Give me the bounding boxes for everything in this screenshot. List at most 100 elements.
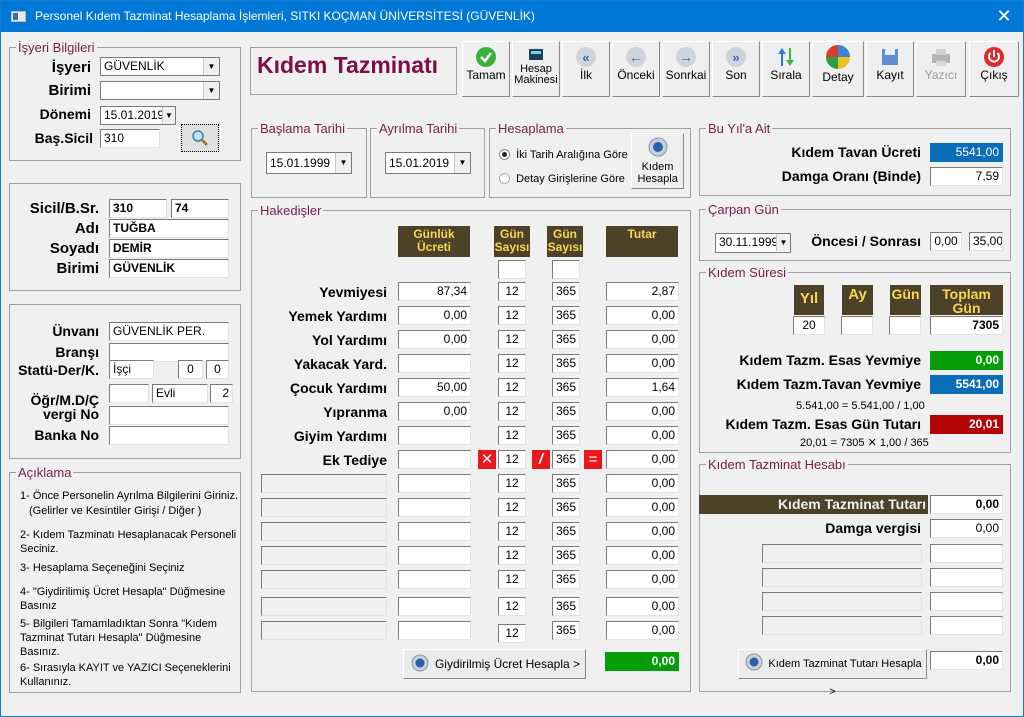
gun-sayisi-input-2[interactable]: 365 xyxy=(552,330,580,349)
radio-detay[interactable]: Detay Girişlerine Göre xyxy=(499,173,625,185)
hakedis-row-label-input[interactable] xyxy=(261,597,387,616)
detay-button[interactable]: Detay xyxy=(812,41,864,97)
tutar-input[interactable]: 0,00 xyxy=(606,450,679,469)
yazici-button[interactable]: Yazıcı xyxy=(916,41,966,97)
tutar-input[interactable]: 0,00 xyxy=(606,498,679,517)
hakedis-row-label-input[interactable] xyxy=(261,621,387,640)
hakedis-row-label-input[interactable] xyxy=(261,522,387,541)
gun-sayisi-input-2[interactable]: 365 xyxy=(552,354,580,373)
tutar-input[interactable]: 0,00 xyxy=(606,621,679,640)
gun-sayisi-input-2[interactable]: 365 xyxy=(552,597,580,616)
gun-sayisi-input-1[interactable]: 12 xyxy=(498,306,526,325)
tutar-input[interactable]: 0,00 xyxy=(606,597,679,616)
tutar-input[interactable]: 1,64 xyxy=(606,378,679,397)
hakedis-row-label-input[interactable] xyxy=(261,546,387,565)
gun-sayisi-input-1[interactable]: 12 xyxy=(498,378,526,397)
adi-input[interactable]: TUĞBA xyxy=(109,219,229,238)
gun-sayisi-input-2[interactable]: 365 xyxy=(552,306,580,325)
gun-sayisi-input-2[interactable]: 365 xyxy=(552,426,580,445)
kesinti-value-input[interactable] xyxy=(930,592,1003,611)
soyadi-input[interactable]: DEMİR xyxy=(109,239,229,258)
ayrilma-date-select[interactable]: 15.01.2019 ▼ xyxy=(385,152,471,174)
gunluk-ucret-input[interactable]: 87,34 xyxy=(398,282,471,301)
carpan-date-select[interactable]: 30.11.1999 ▼ xyxy=(715,233,791,253)
gun-sayisi-input-2[interactable]: 365 xyxy=(552,570,580,589)
tutar-input[interactable]: 0,00 xyxy=(606,354,679,373)
gun-sayisi-top-input-1[interactable] xyxy=(498,260,526,279)
banka-input[interactable] xyxy=(109,426,229,445)
chevron-down-icon[interactable]: ▼ xyxy=(162,107,175,124)
gun-sayisi-input-2[interactable]: 365 xyxy=(552,546,580,565)
gun-sayisi-input-1[interactable]: 12 xyxy=(498,450,526,469)
gunluk-ucret-input[interactable] xyxy=(398,498,471,517)
tazminat-tutari-hesapla-button[interactable]: Kıdem Tazminat Tutarı Hesapla > xyxy=(738,649,927,698)
radio-checked-icon[interactable] xyxy=(499,149,510,160)
tutar-input[interactable]: 0,00 xyxy=(606,426,679,445)
gun-sayisi-input-2[interactable]: 365 xyxy=(552,450,580,469)
unvani-input[interactable]: GÜVENLİK PER. xyxy=(109,322,229,341)
birimi-select[interactable]: ▼ xyxy=(100,81,220,100)
gunluk-ucret-input[interactable] xyxy=(398,474,471,493)
radio-iki-tarih[interactable]: İki Tarih Aralığına Göre xyxy=(499,149,628,161)
gunluk-ucret-input[interactable]: 0,00 xyxy=(398,402,471,421)
son-button[interactable]: » Son xyxy=(712,41,760,97)
chevron-down-icon[interactable]: ▼ xyxy=(203,58,219,75)
chevron-down-icon[interactable]: ▼ xyxy=(335,153,351,173)
cikis-button[interactable]: Çıkış xyxy=(969,41,1019,97)
damga-orani-input[interactable]: 7,59 xyxy=(930,167,1003,186)
kidem-hesapla-button[interactable]: Kıdem Hesapla xyxy=(631,133,684,189)
gunluk-ucret-input[interactable]: 0,00 xyxy=(398,306,471,325)
yil-input[interactable]: 20 xyxy=(793,316,825,335)
kesinti-value-input[interactable] xyxy=(930,544,1003,563)
c-input[interactable]: 2 xyxy=(210,384,233,403)
gun-sayisi-input-1[interactable]: 12 xyxy=(498,498,526,517)
kesinti-label-input[interactable] xyxy=(762,544,922,563)
gun-sayisi-input-1[interactable]: 12 xyxy=(498,354,526,373)
bassicil-input[interactable]: 310 xyxy=(100,129,160,148)
radio-unchecked-icon[interactable] xyxy=(499,173,510,184)
sirala-button[interactable]: Sırala xyxy=(762,41,810,97)
gunluk-ucret-input[interactable]: 50,00 xyxy=(398,378,471,397)
kesinti-label-input[interactable] xyxy=(762,616,922,635)
donemi-select[interactable]: 15.01.2019 ▼ xyxy=(100,106,176,125)
vergi-input[interactable] xyxy=(109,406,229,425)
gunluk-ucret-input[interactable] xyxy=(398,621,471,640)
ogr-input[interactable] xyxy=(109,384,149,403)
ilk-button[interactable]: « İlk xyxy=(562,41,610,97)
gun-sayisi-input-1[interactable]: 12 xyxy=(498,570,526,589)
chevron-down-icon[interactable]: ▼ xyxy=(203,82,219,99)
der-input[interactable]: 0 xyxy=(178,360,203,379)
sonrasi-input[interactable]: 35,00 xyxy=(969,232,1003,251)
hakedis-row-label-input[interactable] xyxy=(261,498,387,517)
gun-sayisi-top-input-2[interactable] xyxy=(552,260,580,279)
hakedis-row-label-input[interactable] xyxy=(261,570,387,589)
gun-sayisi-input-2[interactable]: 365 xyxy=(552,621,580,640)
sicil-input[interactable]: 310 xyxy=(109,199,167,218)
gunluk-ucret-input[interactable] xyxy=(398,522,471,541)
tutar-input[interactable]: 2,87 xyxy=(606,282,679,301)
sonraki-button[interactable]: → Sonrkai xyxy=(662,41,710,97)
gun-sayisi-input-1[interactable]: 12 xyxy=(498,522,526,541)
md-input[interactable]: Evli xyxy=(152,384,208,403)
gun-sayisi-input-2[interactable]: 365 xyxy=(552,402,580,421)
chevron-down-icon[interactable]: ▼ xyxy=(776,234,790,251)
tamam-button[interactable]: Tamam xyxy=(462,41,510,97)
gunluk-ucret-input[interactable] xyxy=(398,426,471,445)
search-button[interactable] xyxy=(181,124,219,152)
ay-input[interactable] xyxy=(841,316,873,335)
kesinti-value-input[interactable] xyxy=(930,568,1003,587)
bsr-input[interactable]: 74 xyxy=(171,199,229,218)
kesinti-label-input[interactable] xyxy=(762,592,922,611)
gun-sayisi-input-1[interactable]: 12 xyxy=(498,330,526,349)
kesinti-value-input[interactable] xyxy=(930,616,1003,635)
tutar-input[interactable]: 0,00 xyxy=(606,306,679,325)
tutar-input[interactable]: 0,00 xyxy=(606,570,679,589)
isyeri-select[interactable]: GÜVENLİK ▼ xyxy=(100,57,220,76)
gun-sayisi-input-1[interactable]: 12 xyxy=(498,597,526,616)
tutar-input[interactable]: 0,00 xyxy=(606,474,679,493)
chevron-down-icon[interactable]: ▼ xyxy=(454,153,470,173)
k-input[interactable]: 0 xyxy=(206,360,229,379)
gun-sayisi-input-2[interactable]: 365 xyxy=(552,474,580,493)
hesap-makinesi-button[interactable]: Hesap Makinesi xyxy=(512,41,560,97)
giydirilmis-ucret-hesapla-button[interactable]: Giydirilmiş Ücret Hesapla > xyxy=(403,649,586,679)
